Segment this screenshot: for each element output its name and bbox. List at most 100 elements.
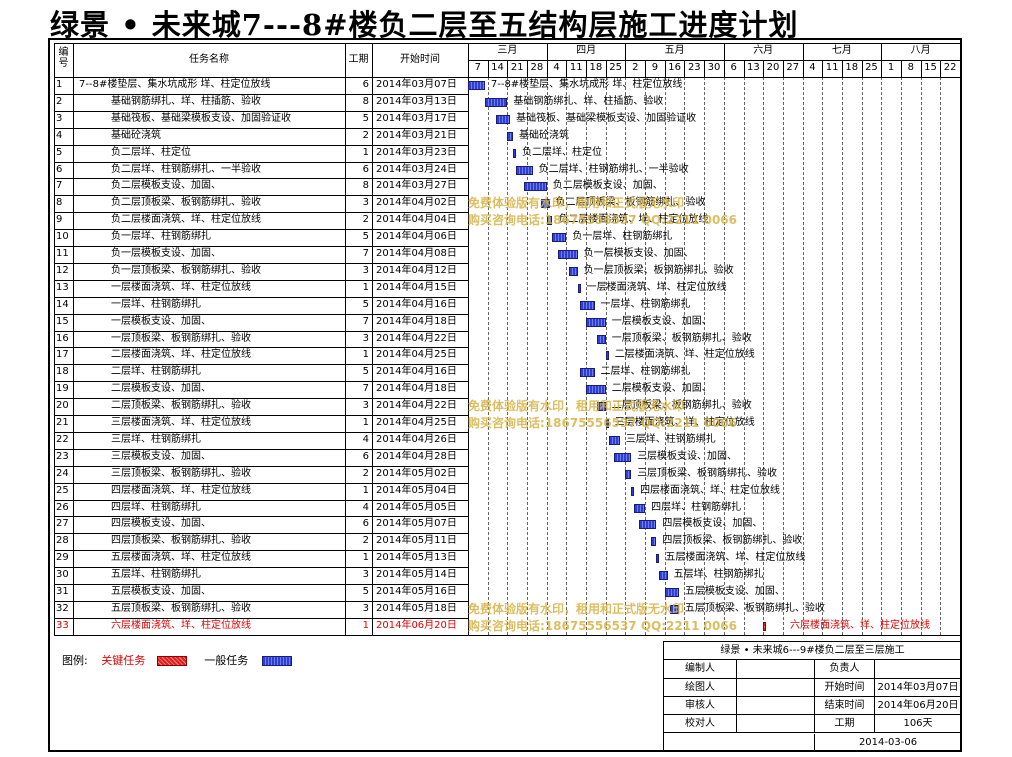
task-start: 2014年03月13日 <box>376 95 457 107</box>
task-duration: 3 <box>362 264 369 276</box>
task-bar[interactable] <box>633 503 646 513</box>
task-start: 2014年03月17日 <box>376 112 457 124</box>
task-number: 11 <box>56 248 69 259</box>
task-number: 33 <box>56 619 69 631</box>
task-bar[interactable] <box>597 334 606 344</box>
task-start: 2014年04月18日 <box>376 383 457 395</box>
task-name: 四层顶板梁、板钢筋绑扎、验收 <box>111 535 251 547</box>
task-duration: 7 <box>362 315 369 327</box>
task-bar[interactable] <box>552 233 567 243</box>
task-bar[interactable] <box>484 97 508 107</box>
task-name: 基础砼浇筑 <box>111 129 161 141</box>
day-header: 11 <box>569 62 583 73</box>
day-header: 7 <box>474 62 482 73</box>
task-name: 六层楼面浇筑、垟、柱定位放线 <box>111 619 251 631</box>
day-divider <box>920 60 922 77</box>
project-info-block: 绿景 • 未来城6---9#楼负二层至三层施工 编制人 负责人 绘图人 开始时间 2014… <box>663 641 962 752</box>
task-number: 16 <box>56 332 69 344</box>
task-start: 2014年05月07日 <box>376 518 457 530</box>
task-bar-label: 二层垟、柱钢筋绑扎 <box>600 366 691 378</box>
task-bar[interactable] <box>650 537 657 547</box>
task-bar[interactable] <box>507 131 513 141</box>
task-bar-label: 五层楼面浇筑、垟、柱定位放线 <box>665 552 806 564</box>
task-bar-label: 一层垟、柱钢筋绑扎 <box>600 298 691 310</box>
task-duration: 4 <box>362 501 369 513</box>
task-name: 一层垟、柱钢筋绑扎 <box>111 298 201 310</box>
task-duration: 3 <box>362 602 369 614</box>
task-bar[interactable] <box>524 182 547 192</box>
timeline-gridline <box>822 77 824 635</box>
task-number: 28 <box>56 535 69 547</box>
task-number: 27 <box>56 518 69 530</box>
task-start: 2014年04月08日 <box>376 248 457 259</box>
task-bar[interactable] <box>557 250 578 259</box>
watermark-text: 购买咨询电话:18675556537 QQ:2211 0066 <box>468 213 737 228</box>
watermark-text: 购买咨询电话:18675556537 QQ:2211 0066 <box>468 618 737 633</box>
task-duration: 5 <box>362 112 369 124</box>
task-bar[interactable] <box>639 520 657 530</box>
task-name: 负二层垟、柱钢筋绑扎、一半验收 <box>111 163 261 175</box>
task-name: 负一层顶板梁、板钢筋绑扎、验收 <box>111 264 261 276</box>
header-start: 开始时间 <box>400 54 440 65</box>
task-duration: 8 <box>362 95 369 107</box>
task-start: 2014年04月06日 <box>376 231 457 243</box>
day-header: 1 <box>887 62 895 73</box>
critical-task-bar[interactable] <box>763 621 767 631</box>
task-duration: 5 <box>362 298 369 310</box>
day-header: 9 <box>651 62 659 73</box>
task-bar[interactable] <box>605 351 609 361</box>
day-divider <box>743 60 745 77</box>
task-start: 2014年04月04日 <box>376 214 457 226</box>
task-number: 22 <box>56 433 69 445</box>
info-duration-value: 106天 <box>875 715 962 734</box>
task-bar[interactable] <box>496 114 511 124</box>
task-start: 2014年03月24日 <box>376 163 457 175</box>
task-duration: 3 <box>362 197 369 209</box>
legend-label: 图例: <box>62 654 88 667</box>
info-start-value: 2014年03月07日 <box>875 678 962 697</box>
task-bar[interactable] <box>664 588 679 597</box>
timeline-gridline <box>861 77 863 635</box>
column-divider <box>960 43 961 635</box>
info-editor-label: 编制人 <box>664 660 737 679</box>
task-number: 9 <box>56 214 63 226</box>
task-start: 2014年04月16日 <box>376 298 457 310</box>
table-bottom-line <box>54 634 960 636</box>
task-name: 一层顶板梁、板钢筋绑扎、验收 <box>111 332 251 344</box>
day-divider <box>664 60 666 77</box>
task-duration: 1 <box>362 619 369 631</box>
month-divider <box>723 43 725 60</box>
task-bar[interactable] <box>625 469 632 479</box>
task-bar[interactable] <box>468 81 485 90</box>
day-header: 22 <box>943 62 957 73</box>
task-bar[interactable] <box>580 368 595 378</box>
task-start: 2014年05月11日 <box>376 535 457 547</box>
task-start: 2014年05月13日 <box>376 552 457 564</box>
task-bar[interactable] <box>580 300 595 310</box>
task-bar[interactable] <box>512 148 516 158</box>
task-bar[interactable] <box>659 571 668 581</box>
task-name: 负一层垟、柱钢筋绑扎 <box>111 231 211 243</box>
task-bar[interactable] <box>569 266 578 276</box>
month-header: 八月 <box>910 45 931 56</box>
info-start-label: 开始时间 <box>815 678 875 697</box>
task-number: 20 <box>56 400 69 412</box>
info-checker-label: 校对人 <box>664 715 737 734</box>
task-bar[interactable] <box>608 435 620 445</box>
task-bar[interactable] <box>586 317 606 327</box>
task-name: 负一层模板支设、加固、 <box>111 248 221 259</box>
task-name: 一层楼面浇筑、垟、柱定位放线 <box>111 281 251 293</box>
day-divider <box>900 60 902 77</box>
task-duration: 6 <box>362 450 369 462</box>
task-bar[interactable] <box>631 486 635 496</box>
task-bar[interactable] <box>656 554 660 564</box>
task-bar[interactable] <box>614 452 632 462</box>
task-bar[interactable] <box>577 283 581 293</box>
task-start: 2014年04月22日 <box>376 400 457 412</box>
task-duration: 1 <box>362 349 369 361</box>
info-blank <box>664 733 815 752</box>
task-number: 25 <box>56 484 69 496</box>
info-empty-cell <box>737 696 815 716</box>
task-bar[interactable] <box>515 165 533 175</box>
task-bar[interactable] <box>586 385 606 395</box>
